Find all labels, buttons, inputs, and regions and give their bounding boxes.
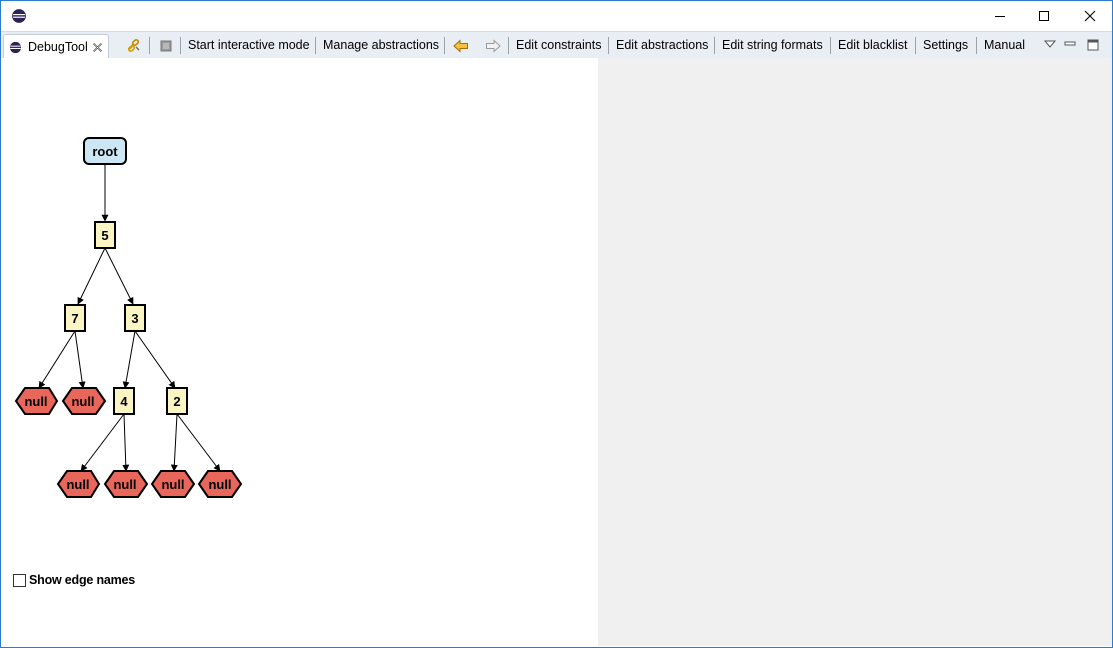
settings-button[interactable]: Settings	[923, 38, 968, 52]
graph-pane: root 5 7 3 4 2 null null null null null …	[1, 58, 598, 646]
window-maximize-button[interactable]	[1021, 1, 1067, 31]
app-window: DebugTool Start interactive mode Manage …	[0, 0, 1113, 648]
node-label: null	[161, 477, 184, 492]
show-edge-names-toggle[interactable]: Show edge names	[13, 573, 135, 587]
object-graph: root 5 7 3 4 2 null null null null null …	[14, 137, 243, 498]
edit-abstractions-button[interactable]: Edit abstractions	[616, 38, 708, 52]
forward-arrow-icon[interactable]	[484, 37, 502, 55]
toolbar-separator	[608, 37, 609, 54]
minimize-icon	[995, 16, 1005, 17]
edge-7-null	[38, 330, 76, 389]
manage-abstractions-button[interactable]: Manage abstractions	[323, 38, 439, 52]
graph-node-null[interactable]: null	[14, 387, 59, 415]
node-label: null	[113, 477, 136, 492]
node-label: root	[92, 144, 118, 159]
graph-node-2[interactable]: 2	[166, 387, 188, 415]
edge-5-7	[77, 247, 106, 305]
node-label: 3	[131, 311, 138, 326]
eclipse-icon	[12, 9, 26, 23]
toolbar-separator	[315, 37, 316, 54]
edge-7-null	[74, 330, 86, 389]
node-label: null	[208, 477, 231, 492]
graph-node-null[interactable]: null	[56, 470, 101, 498]
graph-node-7[interactable]: 7	[64, 304, 86, 332]
toolbar-separator	[508, 37, 509, 54]
node-label: 4	[120, 394, 128, 409]
show-edge-names-label: Show edge names	[29, 573, 136, 587]
graph-node-root[interactable]: root	[83, 137, 127, 165]
show-edge-names-checkbox[interactable]	[13, 573, 26, 587]
edge-2-null	[170, 413, 178, 472]
toolbar-separator	[149, 37, 150, 54]
start-interactive-mode-button[interactable]: Start interactive mode	[188, 38, 310, 52]
graph-node-4[interactable]: 4	[113, 387, 135, 415]
manual-button[interactable]: Manual	[984, 38, 1025, 52]
tab-label: DebugTool	[28, 40, 88, 54]
graph-node-null[interactable]: null	[197, 470, 243, 498]
stop-icon[interactable]	[157, 37, 175, 55]
edge-3-2	[134, 330, 176, 389]
tab-close-icon[interactable]	[92, 42, 103, 53]
edge-4-null	[122, 413, 130, 472]
view-minimize-icon[interactable]	[1064, 39, 1076, 49]
close-icon	[1084, 10, 1096, 22]
eclipse-icon	[9, 41, 22, 54]
edge-3-4	[122, 330, 136, 389]
view-toolbar: DebugTool Start interactive mode Manage …	[1, 31, 1112, 59]
node-label: null	[71, 394, 94, 409]
edge-5-3	[104, 247, 134, 305]
edit-constraints-button[interactable]: Edit constraints	[516, 38, 601, 52]
node-label: 7	[71, 311, 78, 326]
node-label: 5	[101, 228, 108, 243]
toolbar-separator	[180, 37, 181, 54]
edit-string-formats-button[interactable]: Edit string formats	[722, 38, 823, 52]
back-arrow-icon[interactable]	[452, 37, 470, 55]
tab-debugtool[interactable]: DebugTool	[3, 34, 109, 59]
title-bar	[1, 1, 1112, 31]
edit-blacklist-button[interactable]: Edit blacklist	[838, 38, 907, 52]
details-pane	[598, 58, 1112, 646]
graph-node-3[interactable]: 3	[124, 304, 146, 332]
graph-node-null[interactable]: null	[103, 470, 149, 498]
node-label: null	[24, 394, 47, 409]
graph-node-null[interactable]: null	[61, 387, 107, 415]
toolbar-separator	[444, 37, 445, 54]
graph-node-5[interactable]: 5	[94, 221, 116, 249]
toolbar-separator	[915, 37, 916, 54]
toolbar-separator	[976, 37, 977, 54]
node-label: 2	[173, 394, 180, 409]
edge-2-null	[176, 413, 221, 472]
toolbar-separator	[830, 37, 831, 54]
view-maximize-icon[interactable]	[1087, 39, 1099, 51]
node-label: null	[66, 477, 89, 492]
link-icon[interactable]	[125, 37, 143, 55]
maximize-icon	[1039, 11, 1049, 21]
graph-node-null[interactable]: null	[150, 470, 196, 498]
toolbar-separator	[714, 37, 715, 54]
edge-4-null	[80, 413, 125, 472]
window-close-button[interactable]	[1067, 1, 1113, 31]
window-minimize-button[interactable]	[977, 1, 1023, 31]
view-menu-icon[interactable]	[1044, 39, 1056, 49]
